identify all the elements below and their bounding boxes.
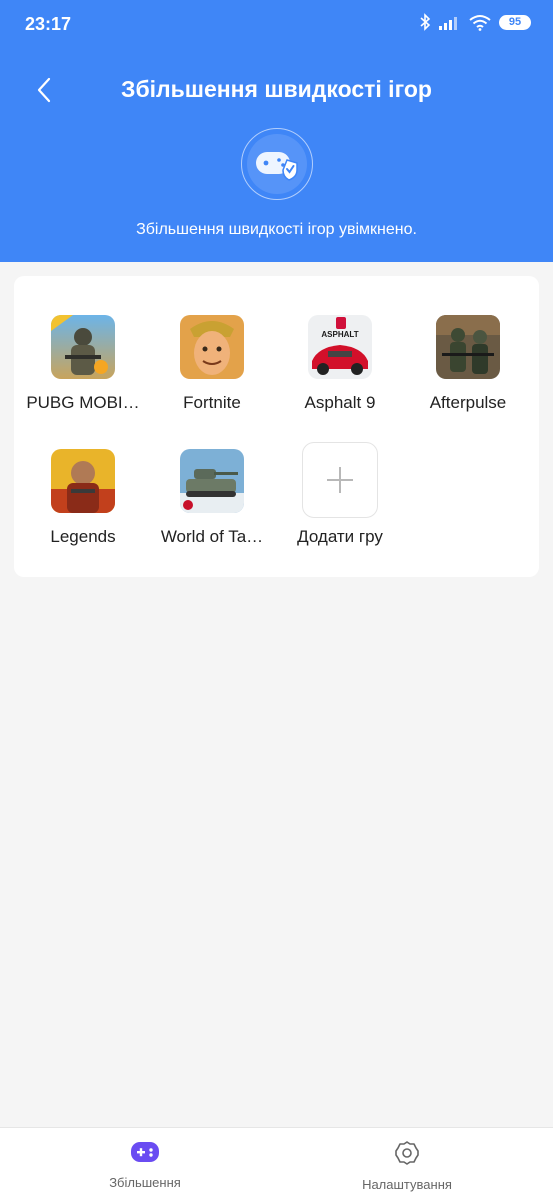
fortnite-icon [180, 315, 244, 379]
add-game-label: Додати гру [297, 527, 383, 546]
game-label: Fortnite [183, 393, 241, 412]
status-icons: 95 [419, 13, 531, 31]
nav-tab-settings[interactable]: Налаштування [307, 1140, 507, 1192]
game-label: Legends [50, 527, 116, 546]
game-boost-badge [241, 128, 313, 200]
status-bar: 23:17 95 [0, 0, 553, 50]
add-game-tile [302, 442, 378, 518]
game-label: PUBG MOBI… [26, 393, 140, 412]
bottom-nav: Збільшення Налаштування [0, 1127, 553, 1201]
asphalt-icon: ASPHALT [308, 315, 372, 379]
battery-level: 95 [508, 16, 522, 28]
battery-icon: 95 [499, 14, 531, 30]
nav-tab-boost[interactable]: Збільшення [45, 1140, 245, 1190]
boost-status-text: Збільшення швидкості ігор увімкнено. [136, 221, 417, 238]
svg-text:ASPHALT: ASPHALT [321, 330, 358, 339]
game-item-pubg[interactable]: PUBG MOBI… [19, 315, 147, 413]
afterpulse-icon [436, 315, 500, 379]
add-game-button[interactable]: Додати гру [276, 442, 404, 547]
gamepad-icon [131, 1142, 159, 1162]
nav-label-settings: Налаштування [362, 1177, 452, 1192]
game-label: World of Ta… [160, 527, 264, 546]
nav-label-boost: Збільшення [109, 1175, 181, 1190]
game-item-world-of-tanks[interactable]: World of Ta… [148, 449, 276, 547]
legends-icon [51, 449, 115, 513]
pubg-icon [51, 315, 115, 379]
game-item-asphalt[interactable]: ASPHALT Asphalt 9 [276, 315, 404, 413]
signal-icon [439, 17, 457, 30]
game-item-afterpulse[interactable]: Afterpulse [404, 315, 532, 413]
gamepad-shield-icon [256, 152, 298, 181]
wifi-icon [469, 14, 491, 31]
header: 23:17 95 Збільшення швидкості ігор Збіль… [0, 0, 553, 262]
game-item-legends[interactable]: Legends [19, 449, 147, 547]
game-label: Asphalt 9 [304, 393, 376, 412]
world-of-tanks-icon [180, 449, 244, 513]
status-time: 23:17 [25, 14, 72, 34]
plus-icon [327, 467, 353, 493]
game-item-fortnite[interactable]: Fortnite [148, 315, 276, 413]
page-title: Збільшення швидкості ігор [121, 76, 432, 102]
game-label: Afterpulse [429, 393, 507, 412]
gear-icon [395, 1141, 419, 1165]
bluetooth-icon [420, 13, 431, 31]
games-card: PUBG MOBI… Fortnite ASPHALT Asphalt 9 Af… [14, 276, 539, 577]
